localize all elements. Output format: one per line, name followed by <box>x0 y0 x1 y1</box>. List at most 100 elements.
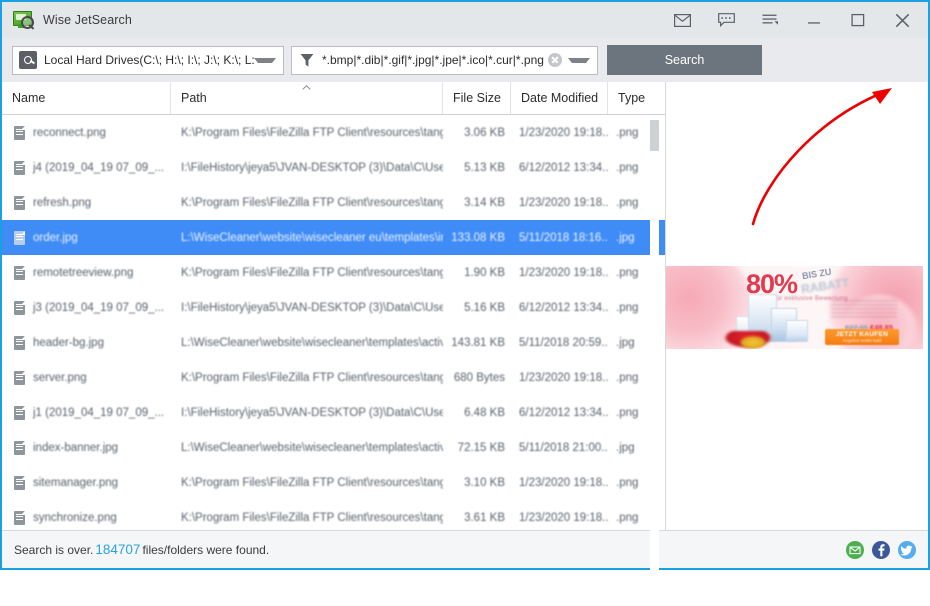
promo-cta-sublabel: Angebot endet bald <box>842 338 882 343</box>
column-header-file-size[interactable]: File Size <box>443 82 511 114</box>
results-list-pane: Name Path File Size Date Modified Type r… <box>2 82 666 606</box>
cell-file-size: 6.48 KB <box>464 406 505 419</box>
cell-date-modified: 1/23/2020 19:18... <box>519 126 608 139</box>
preview-pane: 80% BIS ZU RABATT Für exklusive Bewertun… <box>666 82 928 530</box>
column-header-name[interactable]: Name <box>2 82 171 114</box>
drive-selector[interactable]: Local Hard Drives(C:\; H:\; I:\; J:\; K:… <box>12 45 284 75</box>
table-row[interactable]: sitemanager.png K:\Program Files\FileZill… <box>2 465 665 500</box>
cell-date-modified: 6/12/2012 13:34... <box>519 161 608 174</box>
toolbar: Local Hard Drives(C:\; H:\; I:\; J:\; K:… <box>2 38 928 82</box>
funnel-icon <box>298 53 316 68</box>
social-links <box>846 540 916 559</box>
filter-input[interactable]: *.bmp|*.dib|*.gif|*.jpg|*.jpe|*.ico|*.cu… <box>291 45 598 75</box>
minimize-icon[interactable] <box>792 3 836 37</box>
hard-drive-icon <box>19 51 37 69</box>
cell-name: index-banner.jpg <box>33 441 119 454</box>
search-button[interactable]: Search <box>607 45 762 75</box>
cell-file-size: 3.06 KB <box>464 126 505 139</box>
twitter-icon[interactable] <box>898 540 916 559</box>
scrollbar-thumb[interactable] <box>650 120 659 151</box>
promo-cta-button[interactable]: JETZT KAUFEN Angebot endet bald <box>825 329 899 345</box>
cell-date-modified: 1/23/2020 19:18... <box>519 266 608 279</box>
table-row[interactable]: order.jpg L:\WiseCleaner\website\wiseclea… <box>2 220 665 255</box>
menu-list-icon[interactable] <box>748 3 792 37</box>
filter-value: *.bmp|*.dib|*.gif|*.jpg|*.jpe|*.ico|*.cu… <box>322 53 544 67</box>
table-row[interactable]: synchronize.png K:\Program Files\FileZill… <box>2 500 665 530</box>
app-title: Wise JetSearch <box>43 13 132 27</box>
results-rows: reconnect.png K:\Program Files\FileZilla … <box>2 115 665 530</box>
cell-name: sitemanager.png <box>33 476 119 489</box>
table-row[interactable]: refresh.png K:\Program Files\FileZilla FT… <box>2 185 665 220</box>
promo-feature-text <box>831 300 897 318</box>
table-row[interactable]: index-banner.jpg L:\WiseCleaner\website\w… <box>2 430 665 465</box>
app-window: Wise JetSearch Local Hard Drives(C:\; H:… <box>0 0 930 606</box>
cell-date-modified: 6/12/2012 13:34... <box>519 301 608 314</box>
cell-date-modified: 5/11/2018 18:16... <box>519 231 608 244</box>
main-body: Name Path File Size Date Modified Type r… <box>2 82 928 606</box>
cell-name: remotetreeview.png <box>33 266 134 279</box>
cell-name: order.jpg <box>33 231 78 244</box>
cell-file-size: 5.13 KB <box>464 161 505 174</box>
table-row[interactable]: j1 (2019_04_19 07_09_... I:\FileHistory\j… <box>2 395 665 430</box>
column-header-type[interactable]: Type <box>608 82 665 114</box>
sort-ascending-icon <box>301 85 311 90</box>
cell-path: L:\WiseCleaner\website\wisecleaner\templ… <box>181 336 443 349</box>
cell-path: I:\FileHistory\jeya5\JVAN-DESKTOP (3)\Da… <box>181 161 443 174</box>
table-row[interactable]: remotetreeview.png K:\Program Files\FileZ… <box>2 255 665 290</box>
title-bar: Wise JetSearch <box>2 2 928 38</box>
cell-file-size: 1.90 KB <box>464 266 505 279</box>
cell-date-modified: 5/11/2018 20:59... <box>519 336 608 349</box>
cell-file-size: 3.10 KB <box>464 476 505 489</box>
cell-date-modified: 1/23/2020 19:18... <box>519 371 608 384</box>
cell-name: j1 (2019_04_19 07_09_... <box>33 406 165 419</box>
cell-path: L:\WiseCleaner\website\wisecleaner eu\te… <box>181 231 443 244</box>
promo-banner[interactable]: 80% BIS ZU RABATT Für exklusive Bewertun… <box>666 266 923 349</box>
cell-file-size: 5.16 KB <box>464 301 505 314</box>
cell-name: header-bg.jpg <box>33 336 104 349</box>
cell-name: reconnect.png <box>33 126 106 139</box>
table-row[interactable]: server.png K:\Program Files\FileZilla FTP… <box>2 360 665 395</box>
cell-path: K:\Program Files\FileZilla FTP Client\re… <box>181 476 443 489</box>
column-header-date-modified[interactable]: Date Modified <box>511 82 608 114</box>
maximize-icon[interactable] <box>836 3 880 37</box>
cell-name: server.png <box>33 371 87 384</box>
cell-date-modified: 1/23/2020 19:18... <box>519 476 608 489</box>
close-icon[interactable] <box>880 3 924 37</box>
table-row[interactable]: header-bg.jpg L:\WiseCleaner\website\wise… <box>2 325 665 360</box>
chevron-down-icon[interactable] <box>568 57 590 63</box>
cell-name: j4 (2019_04_19 07_09_... <box>33 161 165 174</box>
cell-file-size: 143.81 KB <box>451 336 505 349</box>
email-icon[interactable] <box>846 540 864 559</box>
cell-date-modified: 1/23/2020 19:18... <box>519 511 608 524</box>
facebook-icon[interactable] <box>872 540 890 559</box>
column-header-path-label: Path <box>181 91 207 105</box>
table-row[interactable]: reconnect.png K:\Program Files\FileZilla … <box>2 115 665 150</box>
cell-file-size: 3.61 KB <box>464 511 505 524</box>
cell-name: j3 (2019_04_19 07_09_... <box>33 301 165 314</box>
cell-path: K:\Program Files\FileZilla FTP Client\re… <box>181 371 443 384</box>
cell-name: synchronize.png <box>33 511 117 524</box>
column-header-path[interactable]: Path <box>171 82 443 114</box>
cell-name: refresh.png <box>33 196 92 209</box>
cell-file-size: 133.08 KB <box>451 231 505 244</box>
chevron-down-icon[interactable] <box>254 57 276 63</box>
cell-path: K:\Program Files\FileZilla FTP Client\re… <box>181 196 443 209</box>
table-row[interactable]: j4 (2019_04_19 07_09_... I:\FileHistory\j… <box>2 150 665 185</box>
clear-circle-icon[interactable] <box>548 53 562 67</box>
table-header-row: Name Path File Size Date Modified Type <box>2 82 665 115</box>
promo-cta-label: JETZT KAUFEN <box>835 331 889 338</box>
gold-ribbon <box>740 336 766 349</box>
cell-path: K:\Program Files\FileZilla FTP Client\re… <box>181 126 443 139</box>
monitor-magnifier-icon <box>12 10 35 30</box>
table-row[interactable]: j3 (2019_04_19 07_09_... I:\FileHistory\j… <box>2 290 665 325</box>
cell-file-size: 680 Bytes <box>453 371 505 384</box>
comment-icon[interactable] <box>704 3 748 37</box>
cell-path: I:\FileHistory\jeya5\JVAN-DESKTOP (3)\Da… <box>181 406 443 419</box>
cell-file-size: 3.14 KB <box>464 196 505 209</box>
status-prefix: Search is over. <box>14 542 94 557</box>
status-bar: Search is over. 184707 files/folders wer… <box>2 530 928 568</box>
drive-selector-value: Local Hard Drives(C:\; H:\; I:\; J:\; K:… <box>44 53 254 67</box>
vertical-scrollbar[interactable] <box>650 120 659 606</box>
mail-icon[interactable] <box>660 3 704 37</box>
cell-path: K:\Program Files\FileZilla FTP Client\re… <box>181 266 443 279</box>
